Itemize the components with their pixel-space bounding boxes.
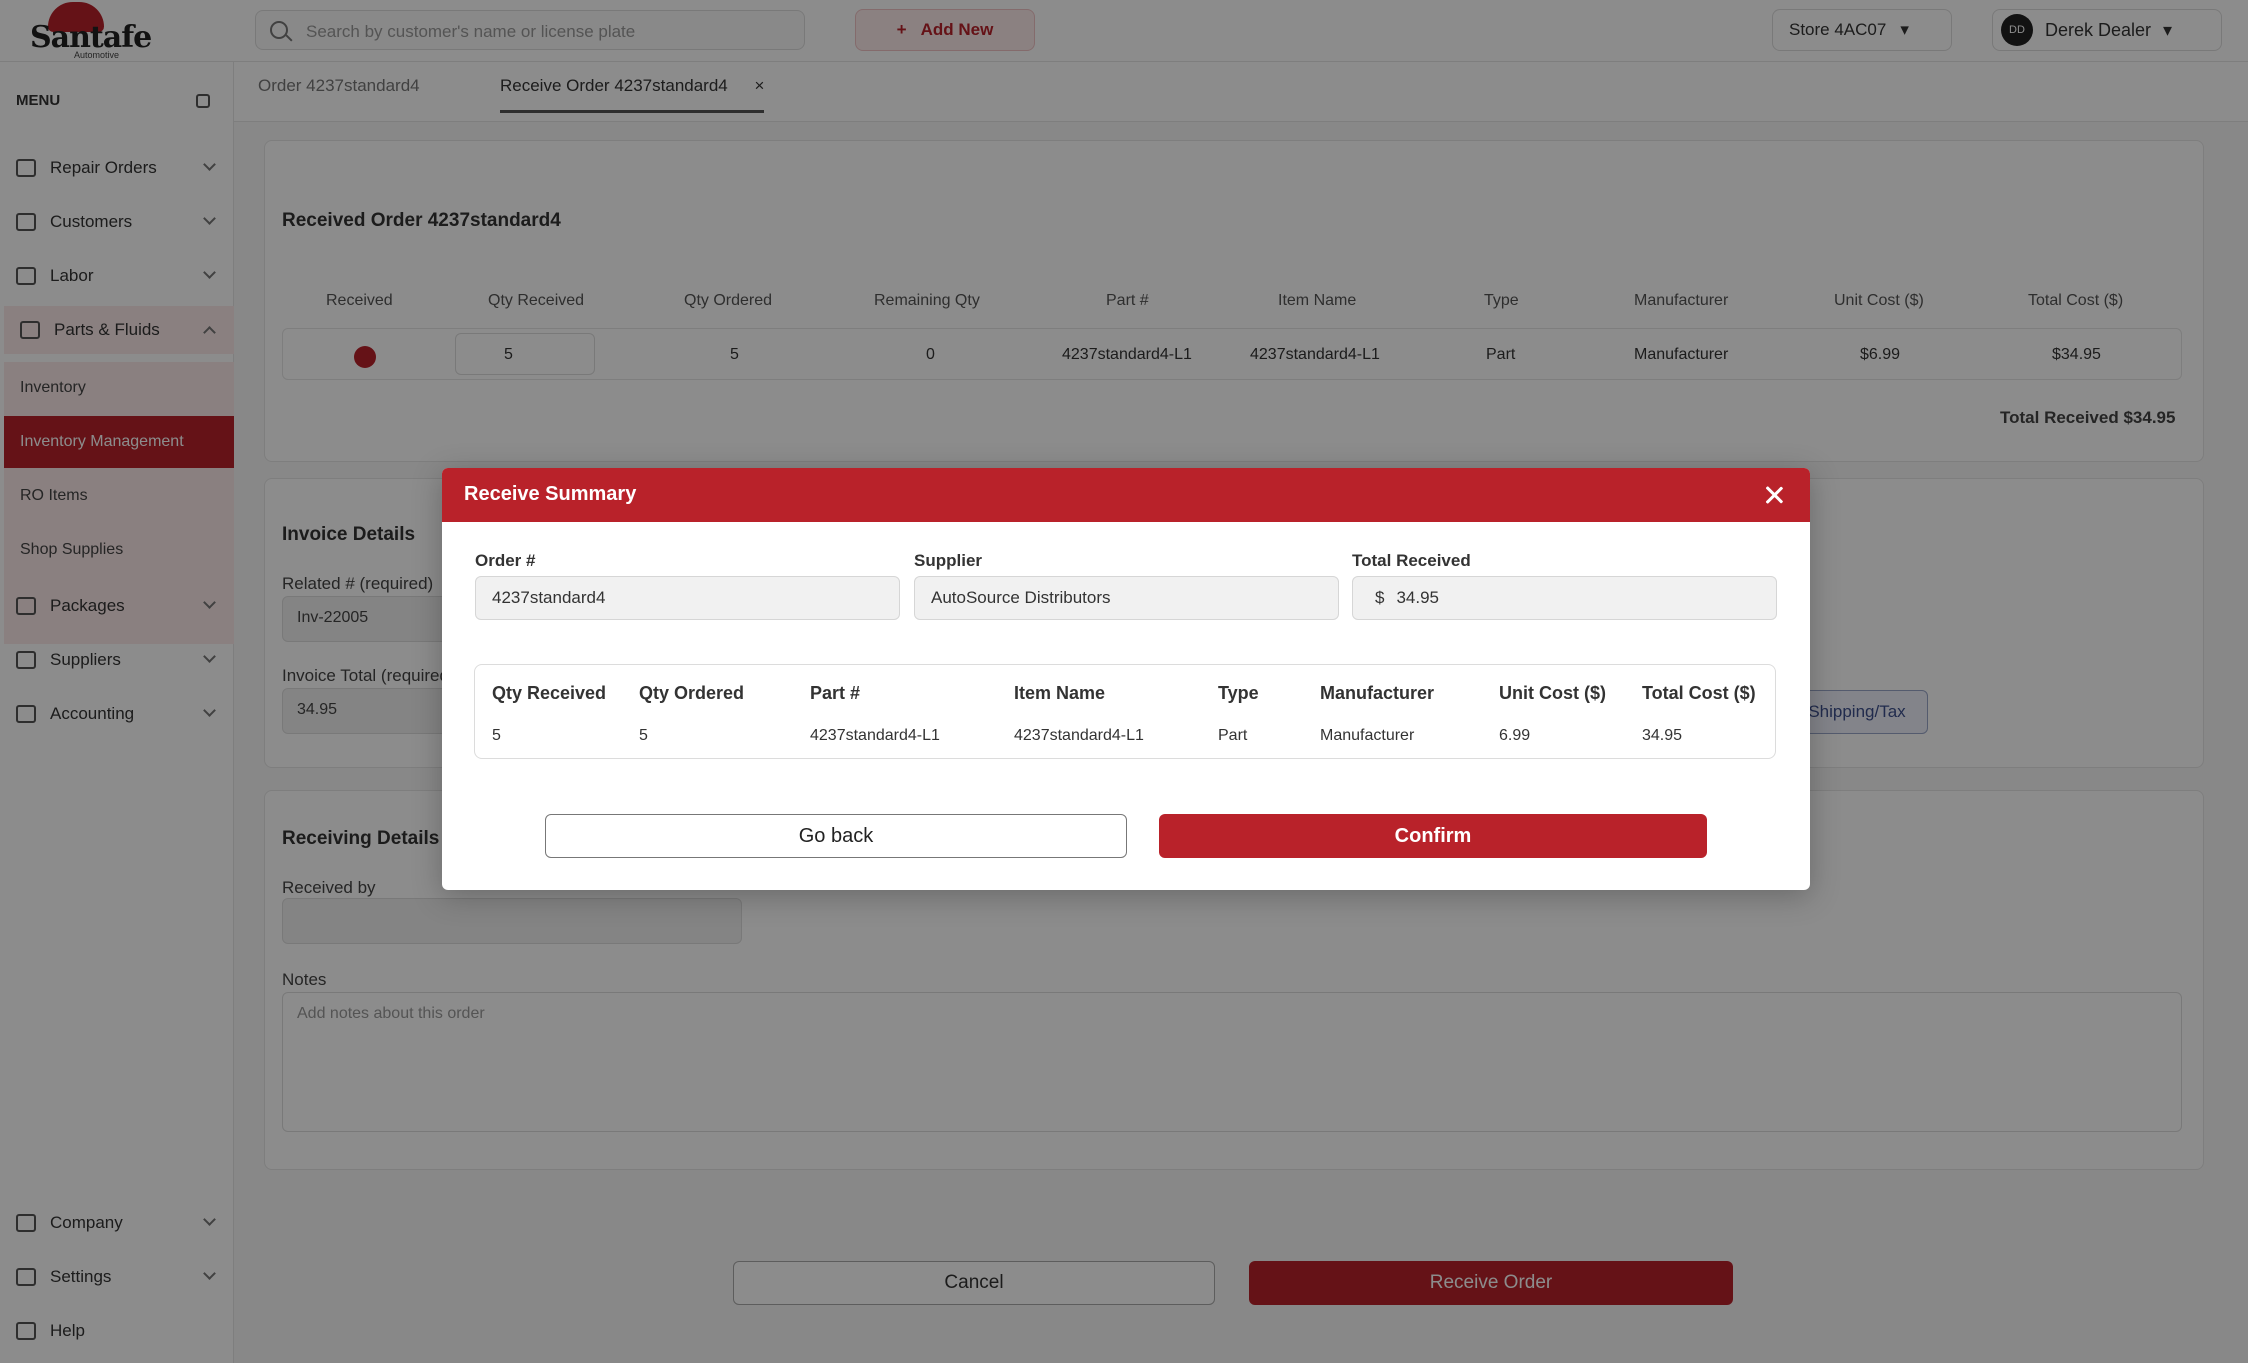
cell-manufacturer: Manufacturer — [1320, 727, 1415, 744]
order-number-value: 4237standard4 — [492, 588, 606, 607]
cell-qty-received: 5 — [492, 727, 501, 744]
column-header-type: Type — [1218, 683, 1259, 703]
order-label: Order # — [475, 551, 536, 570]
column-header-unit-cost: Unit Cost ($) — [1499, 683, 1606, 703]
column-header-manufacturer: Manufacturer — [1320, 683, 1435, 703]
cell-part-number: 4237standard4-L1 — [810, 727, 940, 744]
order-number-field: 4237standard4 — [475, 576, 900, 620]
supplier-value: AutoSource Distributors — [931, 588, 1111, 607]
column-header-part-number: Part # — [810, 683, 861, 703]
column-header-total-cost: Total Cost ($) — [1642, 683, 1756, 703]
cell-unit-cost: 6.99 — [1499, 727, 1531, 744]
cell-type: Part — [1218, 727, 1248, 744]
cell-item-name: 4237standard4-L1 — [1014, 727, 1144, 744]
cell-qty-ordered: 5 — [639, 727, 648, 744]
supplier-label: Supplier — [914, 551, 983, 570]
close-icon[interactable] — [1762, 483, 1786, 507]
summary-table: Qty Received Qty Ordered Part # Item Nam… — [474, 664, 1776, 759]
total-received-label: Total Received — [1352, 551, 1471, 570]
confirm-button[interactable]: Confirm — [1159, 814, 1707, 858]
column-header-qty-received: Qty Received — [492, 683, 607, 703]
supplier-field: AutoSource Distributors — [914, 576, 1339, 620]
receive-summary-modal: Receive Summary Order # 4237standard4 Su… — [442, 468, 1810, 890]
total-received-field: $ 34.95 — [1352, 576, 1777, 620]
cell-total-cost: 34.95 — [1642, 727, 1683, 744]
modal-title: Receive Summary — [464, 483, 637, 505]
column-header-qty-ordered: Qty Ordered — [639, 683, 745, 703]
go-back-button[interactable]: Go back — [545, 814, 1127, 858]
modal-header: Receive Summary — [442, 468, 1810, 522]
total-received-value: 34.95 — [1396, 588, 1440, 607]
column-header-item-name: Item Name — [1014, 683, 1106, 703]
currency-prefix: $ — [1375, 588, 1385, 607]
